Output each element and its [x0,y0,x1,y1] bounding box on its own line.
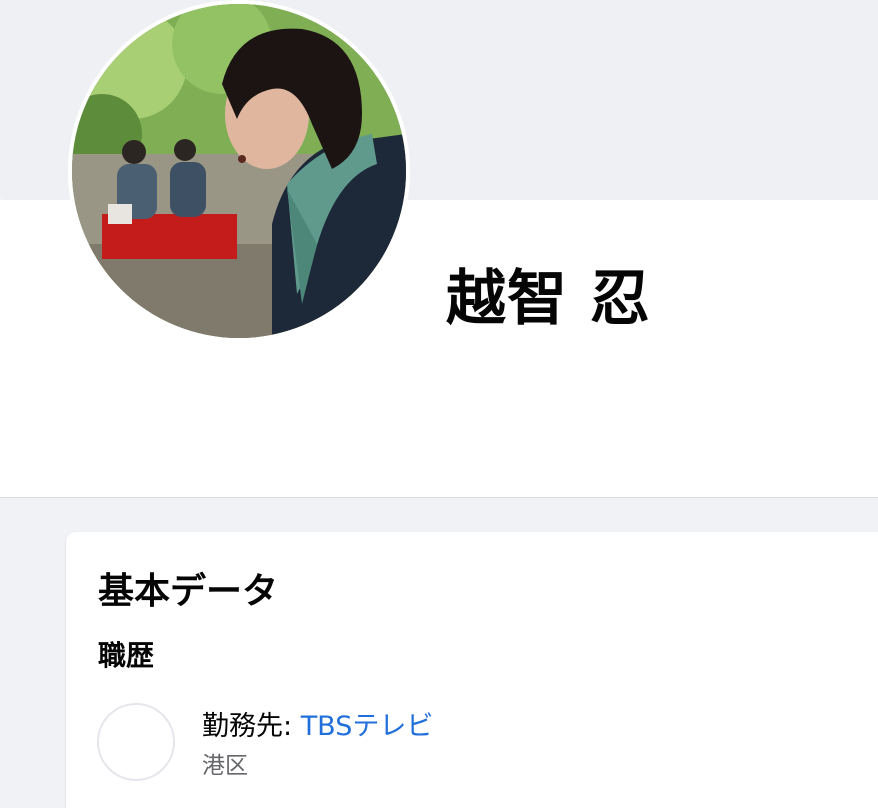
work-entry: 勤務先: TBSテレビ [202,704,433,743]
employer-link[interactable]: TBSテレビ [301,711,434,742]
profile-avatar[interactable] [68,0,410,342]
about-card: 基本データ 職歴 勤務先: TBSテレビ 港区 [66,532,878,808]
about-title: 基本データ [98,571,279,612]
work-prefix: 勤務先: [202,711,301,742]
profile-page: 友達 写真 動画 越智 忍 基本データ [0,0,878,808]
work-location: 港区 [202,753,248,779]
profile-name: 越智 忍 [446,264,651,334]
avatar-photo [72,4,406,338]
work-section-title: 職歴 [98,639,155,672]
workplace-icon[interactable] [97,703,175,781]
